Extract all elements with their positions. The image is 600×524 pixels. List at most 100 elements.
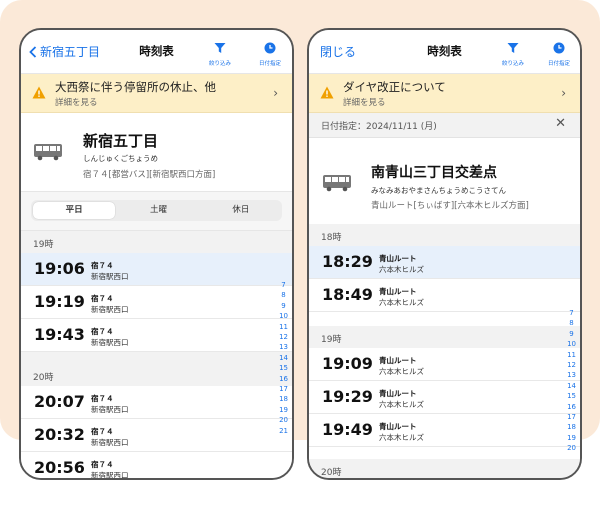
stop-info: 新宿五丁目 しんじゅくごちょうめ 宿７４[都営バス][新宿駅西口方面]	[21, 113, 292, 191]
warning-icon	[32, 86, 46, 99]
close-icon[interactable]: ✕	[555, 116, 566, 131]
destination: 六本木ヒルズ	[379, 265, 424, 274]
page-title: 時刻表	[139, 44, 174, 58]
index-item[interactable]: 10	[279, 311, 288, 321]
nav-bar: 新宿五丁目 時刻表 絞り込み 日付指定	[21, 30, 292, 74]
index-item[interactable]: 14	[567, 381, 576, 391]
bus-icon	[34, 144, 62, 161]
index-item[interactable]: 8	[281, 290, 285, 300]
notice-title: ダイヤ改正について	[343, 80, 446, 94]
index-item[interactable]: 7	[569, 308, 573, 318]
index-item[interactable]: 16	[279, 374, 288, 384]
timetable-list[interactable]: 18時 18:29 青山ルート 六本木ヒルズ 18:49 青山ルート 六本木ヒル…	[309, 224, 580, 478]
chevron-right-icon: ›	[561, 86, 566, 100]
route-name: 宿７４	[91, 294, 114, 303]
bus-icon	[323, 175, 351, 192]
departure-time: 20:32	[34, 425, 85, 444]
date-label: 日付指定	[258, 61, 281, 67]
destination: 六本木ヒルズ	[379, 433, 424, 442]
index-item[interactable]: 19	[279, 405, 288, 415]
index-item[interactable]: 8	[569, 318, 573, 328]
index-item[interactable]: 19	[567, 433, 576, 443]
destination: 新宿駅西口	[91, 438, 129, 447]
departure-time: 19:43	[34, 325, 85, 344]
table-row[interactable]: 19:43 宿７４ 新宿駅西口	[21, 319, 292, 352]
tab-weekday[interactable]: 平日	[33, 202, 116, 219]
date-filter-bar: 日付指定：2024/11/11 (月) ✕	[309, 113, 580, 138]
route-name: 宿７４	[91, 261, 114, 270]
route-name: 青山ルート	[379, 254, 417, 263]
date-filter-text: 日付指定：2024/11/11 (月)	[321, 122, 437, 132]
table-row[interactable]: 20:56 宿７４ 新宿駅西口	[21, 452, 292, 480]
hour-index-scrubber[interactable]: 7 8 9 10 11 12 13 14 15 16 17 18 19 20 2…	[279, 280, 288, 436]
table-row[interactable]: 19:06 宿７４ 新宿駅西口	[21, 253, 292, 286]
index-item[interactable]: 13	[279, 342, 288, 352]
index-item[interactable]: 21	[279, 426, 288, 436]
date-label: 日付指定	[547, 61, 570, 67]
index-item[interactable]: 10	[567, 339, 576, 349]
notice-banner[interactable]: ダイヤ改正について 詳細を見る ›	[309, 74, 580, 113]
table-row[interactable]: 19:09 青山ルート 六本木ヒルズ	[309, 348, 580, 381]
stop-name: 南青山三丁目交差点	[371, 165, 497, 181]
departure-time: 19:06	[34, 259, 85, 278]
index-item[interactable]: 18	[567, 422, 576, 432]
tab-saturday[interactable]: 土曜	[117, 200, 199, 221]
index-item[interactable]: 20	[567, 443, 576, 453]
notice-banner[interactable]: 大西祭に伴う停留所の休止、他 詳細を見る ›	[21, 74, 292, 113]
hour-header: 19時	[21, 231, 292, 253]
table-row[interactable]: 19:49 青山ルート 六本木ヒルズ	[309, 414, 580, 447]
destination: 新宿駅西口	[91, 338, 129, 347]
index-item[interactable]: 12	[279, 332, 288, 342]
stop-kana: しんじゅくごちょうめ	[83, 154, 158, 163]
table-row[interactable]: 18:29 青山ルート 六本木ヒルズ	[309, 246, 580, 279]
notice-detail-link: 詳細を見る	[55, 98, 98, 108]
departure-time: 19:19	[34, 292, 85, 311]
index-item[interactable]: 18	[279, 394, 288, 404]
table-row[interactable]: 18:49 青山ルート 六本木ヒルズ	[309, 279, 580, 312]
route-name: 宿７４	[91, 460, 114, 469]
page-title: 時刻表	[427, 44, 462, 58]
warning-icon	[320, 86, 334, 99]
hour-index-scrubber[interactable]: 7 8 9 10 11 12 13 14 15 16 17 18 19 20	[567, 308, 576, 454]
hour-header: 20時	[21, 364, 292, 386]
notice-title: 大西祭に伴う停留所の休止、他	[55, 80, 216, 94]
table-row[interactable]: 19:19 宿７４ 新宿駅西口	[21, 286, 292, 319]
index-item[interactable]: 7	[281, 280, 285, 290]
index-item[interactable]: 20	[279, 415, 288, 425]
index-item[interactable]: 9	[281, 301, 285, 311]
destination: 新宿駅西口	[91, 471, 129, 480]
index-item[interactable]: 13	[567, 370, 576, 380]
table-row[interactable]: 19:29 青山ルート 六本木ヒルズ	[309, 381, 580, 414]
index-item[interactable]: 11	[279, 322, 288, 332]
hour-header: 19時	[309, 326, 580, 348]
index-item[interactable]: 15	[567, 391, 576, 401]
stop-name: 新宿五丁目	[83, 132, 159, 150]
filter-button[interactable]: 絞り込み	[203, 39, 237, 67]
tab-holiday[interactable]: 休日	[200, 200, 282, 221]
index-item[interactable]: 12	[567, 360, 576, 370]
date-button[interactable]: 日付指定	[253, 39, 287, 67]
index-item[interactable]: 15	[279, 363, 288, 373]
route-name: 青山ルート	[379, 356, 417, 365]
index-item[interactable]: 16	[567, 402, 576, 412]
route-name: 宿７４	[91, 327, 114, 336]
departure-time: 18:49	[322, 285, 373, 304]
table-row[interactable]: 20:32 宿７４ 新宿駅西口	[21, 419, 292, 452]
route-name: 青山ルート	[379, 287, 417, 296]
hour-header: 18時	[309, 224, 580, 246]
filter-label: 絞り込み	[501, 61, 524, 67]
table-row[interactable]: 20:07 宿７４ 新宿駅西口	[21, 386, 292, 419]
index-item[interactable]: 11	[567, 350, 576, 360]
phone-screen-left: 新宿五丁目 時刻表 絞り込み 日付指定 大西祭に伴う停留所の休止、他 詳細を見る…	[19, 28, 294, 480]
date-button[interactable]: 日付指定	[542, 39, 576, 67]
notice-detail-link: 詳細を見る	[343, 98, 386, 108]
index-item[interactable]: 17	[567, 412, 576, 422]
route-name: 宿７４	[91, 394, 114, 403]
phone-screen-right: 閉じる 時刻表 絞り込み 日付指定 ダイヤ改正について 詳細を見る › 日付指定…	[307, 28, 582, 480]
route-description: 青山ルート[ちぃばす][六本木ヒルズ方面]	[371, 201, 529, 211]
index-item[interactable]: 17	[279, 384, 288, 394]
index-item[interactable]: 14	[279, 353, 288, 363]
index-item[interactable]: 9	[569, 329, 573, 339]
timetable-list[interactable]: 19時 19:06 宿７４ 新宿駅西口 19:19 宿７４ 新宿駅西口 19:4…	[21, 231, 292, 480]
filter-button[interactable]: 絞り込み	[496, 39, 530, 67]
